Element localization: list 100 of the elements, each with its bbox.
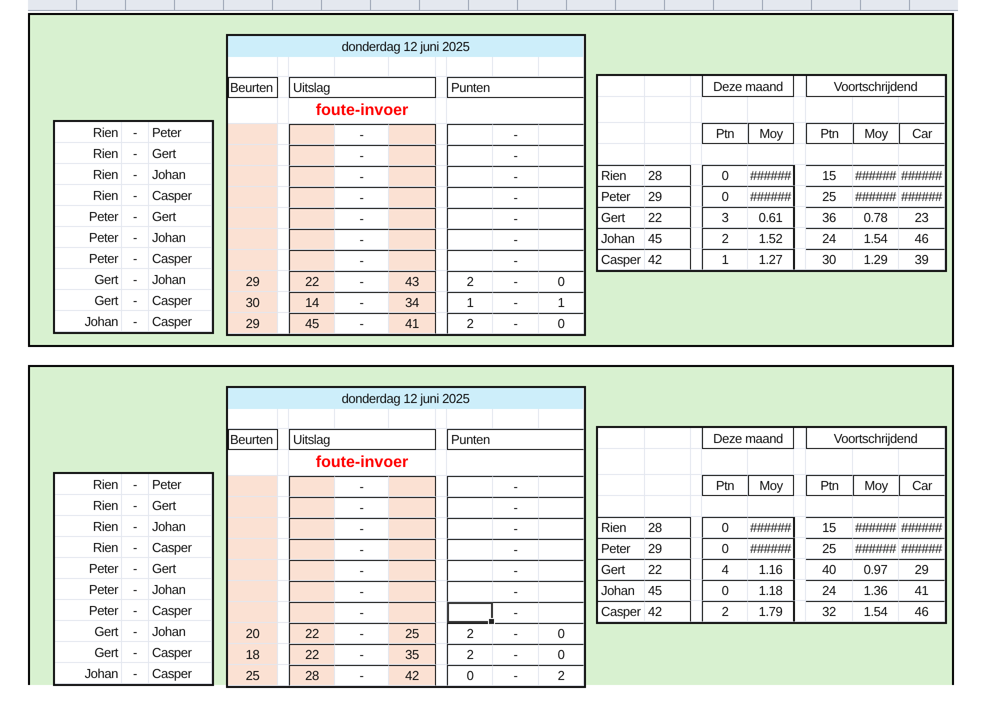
empty-cell bbox=[278, 429, 289, 450]
input-cell bbox=[228, 208, 278, 229]
input-cell bbox=[389, 208, 436, 229]
column-header: Moy bbox=[748, 123, 794, 144]
table-cell: - bbox=[493, 187, 539, 208]
table-cell: 45 bbox=[289, 313, 335, 334]
empty-cell bbox=[436, 581, 447, 602]
input-cell bbox=[389, 250, 436, 271]
player-cell: Peter bbox=[55, 227, 122, 248]
input-cell bbox=[389, 497, 436, 518]
player-cell: Johan bbox=[149, 621, 212, 642]
empty-cell bbox=[691, 538, 702, 559]
empty-cell bbox=[598, 144, 645, 165]
player-cell: Rien bbox=[598, 517, 645, 538]
table-cell: 14 bbox=[289, 292, 335, 313]
input-cell bbox=[289, 187, 335, 208]
player-cell: Gert bbox=[149, 558, 212, 579]
player-cell: Rien bbox=[55, 122, 122, 143]
empty-cell bbox=[794, 428, 806, 449]
table-cell: 25 bbox=[806, 538, 853, 559]
table-cell: 42 bbox=[389, 665, 436, 686]
empty-cell bbox=[447, 57, 493, 77]
player-cell: Peter bbox=[55, 558, 122, 579]
table-cell: ###### bbox=[748, 186, 794, 207]
table-cell: 1.54 bbox=[853, 228, 899, 249]
empty-cell bbox=[389, 409, 436, 429]
table-cell: ###### bbox=[853, 186, 899, 207]
table-cell: - bbox=[493, 208, 539, 229]
table-cell: 1.54 bbox=[853, 601, 899, 622]
input-cell bbox=[289, 229, 335, 250]
empty-cell bbox=[539, 57, 584, 77]
table-cell: - bbox=[122, 290, 149, 311]
table-cell: 46 bbox=[899, 601, 945, 622]
player-cell: Peter bbox=[55, 600, 122, 621]
player-cell: Johan bbox=[55, 311, 122, 332]
input-cell bbox=[389, 145, 436, 166]
empty-cell bbox=[691, 449, 702, 475]
input-cell bbox=[289, 166, 335, 187]
table-cell: 39 bbox=[899, 249, 945, 270]
empty-cell bbox=[436, 539, 447, 560]
empty-cell bbox=[447, 409, 493, 429]
table-cell: 0 bbox=[447, 665, 493, 686]
empty-cell bbox=[436, 644, 447, 665]
empty-cell bbox=[436, 476, 447, 497]
column-header: Beurten bbox=[228, 77, 278, 98]
empty-cell bbox=[691, 601, 702, 622]
table-cell: 0.78 bbox=[853, 207, 899, 228]
player-cell: Johan bbox=[55, 663, 122, 684]
table-cell: 28 bbox=[645, 165, 691, 186]
table-cell: - bbox=[122, 227, 149, 248]
table-cell: 45 bbox=[645, 580, 691, 601]
table-cell: - bbox=[493, 271, 539, 292]
table-cell: 18 bbox=[228, 644, 278, 665]
table-cell: 0 bbox=[702, 538, 748, 559]
empty-cell bbox=[794, 186, 806, 207]
table-cell: - bbox=[122, 516, 149, 537]
table-cell: - bbox=[493, 292, 539, 313]
table-cell: - bbox=[122, 206, 149, 227]
table-cell: - bbox=[493, 250, 539, 271]
table-cell: 30 bbox=[806, 249, 853, 270]
player-cell: Johan bbox=[149, 516, 212, 537]
table-cell: 2 bbox=[447, 313, 493, 334]
empty-cell bbox=[436, 229, 447, 250]
table-cell: 29 bbox=[228, 313, 278, 334]
column-header: Punten bbox=[447, 429, 584, 450]
table-cell: 4 bbox=[702, 559, 748, 580]
empty-cell bbox=[278, 409, 289, 429]
empty-cell bbox=[645, 475, 691, 496]
table-cell: 1 bbox=[447, 292, 493, 313]
empty-cell bbox=[436, 166, 447, 187]
table-cell: 45 bbox=[645, 228, 691, 249]
table-cell: 43 bbox=[389, 271, 436, 292]
empty-cell bbox=[794, 538, 806, 559]
empty-cell bbox=[794, 475, 806, 496]
empty-cell bbox=[691, 144, 702, 165]
empty-cell bbox=[794, 165, 806, 186]
empty-cell bbox=[691, 249, 702, 270]
empty-cell bbox=[436, 77, 447, 98]
player-cell: Peter bbox=[149, 474, 212, 495]
player-cell: Johan bbox=[149, 164, 212, 185]
table-cell: - bbox=[122, 663, 149, 684]
empty-cell bbox=[598, 123, 645, 144]
table-cell: ###### bbox=[748, 538, 794, 559]
table-cell: - bbox=[122, 122, 149, 143]
player-cell: Gert bbox=[55, 290, 122, 311]
table-cell: - bbox=[122, 579, 149, 600]
empty-cell bbox=[794, 144, 806, 165]
empty-cell bbox=[436, 623, 447, 644]
date-title: donderdag 12 juni 2025 bbox=[228, 388, 584, 409]
group-header: Voortschrijdend bbox=[806, 428, 945, 449]
empty-cell bbox=[806, 144, 853, 165]
empty-cell bbox=[806, 97, 853, 123]
empty-cell bbox=[436, 665, 447, 686]
empty-cell bbox=[853, 144, 899, 165]
empty-cell bbox=[278, 450, 289, 476]
player-cell: Rien bbox=[55, 143, 122, 164]
input-cell bbox=[389, 476, 436, 497]
selected-cell[interactable] bbox=[447, 602, 493, 623]
table-cell: - bbox=[122, 311, 149, 332]
table-cell: ###### bbox=[899, 538, 945, 559]
